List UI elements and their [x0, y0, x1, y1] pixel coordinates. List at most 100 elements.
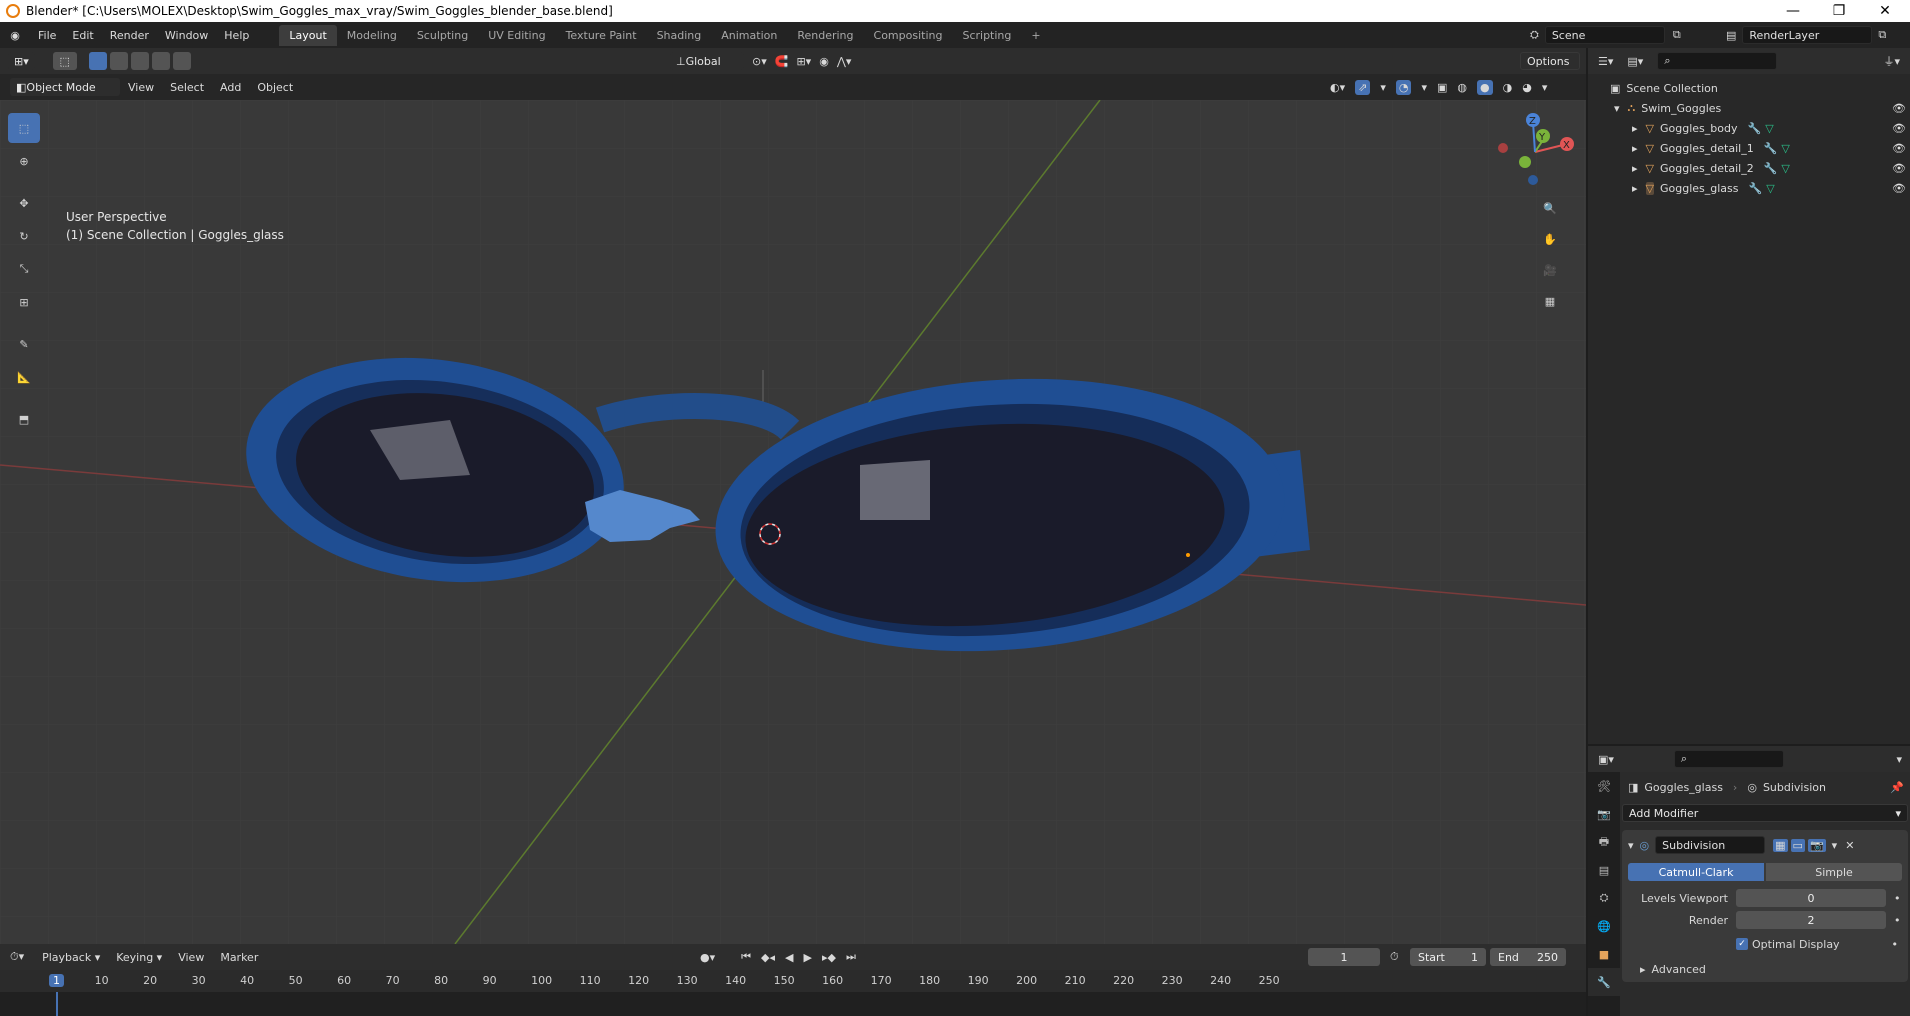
close-window-button[interactable]: ✕: [1862, 0, 1908, 22]
tab-texture-paint[interactable]: Texture Paint: [556, 25, 647, 46]
menu-view-timeline[interactable]: View: [170, 951, 212, 964]
filter-icon[interactable]: ⏚▾: [1883, 53, 1900, 69]
tab-layout[interactable]: Layout: [279, 24, 337, 46]
select-box-icon[interactable]: ⬚: [52, 52, 77, 70]
zoom-icon[interactable]: 🔍: [1536, 194, 1564, 222]
visibility-eye-icon[interactable]: 👁: [1892, 102, 1906, 115]
next-keyframe-icon[interactable]: ▸◆: [822, 951, 836, 964]
tab-shading[interactable]: Shading: [647, 25, 712, 46]
annotate-tool-icon[interactable]: ✎: [8, 329, 40, 359]
modifier-name-input[interactable]: Subdivision: [1655, 836, 1766, 854]
menu-window[interactable]: Window: [157, 29, 216, 42]
mesh-data-icon[interactable]: ▽: [1781, 162, 1789, 175]
modifier-wrench-icon[interactable]: 🔧: [1764, 162, 1778, 175]
jump-end-icon[interactable]: ⏭: [846, 950, 856, 964]
ortho-grid-icon[interactable]: ▦: [1536, 287, 1564, 315]
outliner-search-input[interactable]: ⌕: [1657, 52, 1778, 70]
editmode-toggle-icon[interactable]: ▦: [1773, 838, 1788, 852]
start-frame-field[interactable]: Start 1: [1410, 948, 1486, 966]
tab-animation[interactable]: Animation: [711, 25, 787, 46]
mesh-data-icon[interactable]: ▽: [1781, 142, 1789, 155]
menu-render[interactable]: Render: [102, 29, 157, 42]
levels-viewport-field[interactable]: 0: [1736, 889, 1886, 907]
menu-playback[interactable]: Playback ▾: [34, 951, 108, 964]
play-icon[interactable]: ▶: [803, 951, 811, 964]
renderlayer-selector[interactable]: RenderLayer: [1742, 26, 1873, 44]
mesh-data-icon[interactable]: ▽: [1765, 122, 1773, 135]
outliner-row-goggles-detail-2[interactable]: ▸ ▽ Goggles_detail_2 🔧 ▽ 👁: [1588, 158, 1910, 178]
outliner-row-goggles-detail-1[interactable]: ▸ ▽ Goggles_detail_1 🔧 ▽ 👁: [1588, 138, 1910, 158]
material-shading-icon[interactable]: ◑: [1503, 81, 1513, 94]
render-tab-icon[interactable]: 📷: [1588, 800, 1620, 828]
falloff-icon[interactable]: ⋀▾: [837, 55, 852, 68]
menu-view[interactable]: View: [120, 81, 162, 94]
select-tool-icon[interactable]: ⬚: [8, 113, 40, 143]
maximize-button[interactable]: ❐: [1816, 0, 1862, 22]
panel-dropdown-icon[interactable]: ▾: [1896, 753, 1902, 766]
overlay-toggle-icon[interactable]: ◔: [1395, 79, 1412, 95]
rendered-shading-icon[interactable]: ◕: [1522, 81, 1532, 94]
remove-modifier-icon[interactable]: ✕: [1845, 839, 1854, 852]
keyframe-dot-icon[interactable]: •: [1892, 938, 1899, 951]
modifier-wrench-icon[interactable]: 🔧: [1749, 182, 1763, 195]
outliner-row-goggles-glass[interactable]: ▸ ▽ Goggles_glass 🔧 ▽ 👁: [1588, 178, 1910, 198]
menu-file[interactable]: File: [30, 29, 64, 42]
jump-start-icon[interactable]: ⏮: [741, 950, 751, 964]
outliner-row-swim-goggles[interactable]: ▾ ⛬ Swim_Goggles 👁: [1588, 98, 1910, 118]
move-tool-icon[interactable]: ✥: [8, 188, 40, 218]
prev-keyframe-icon[interactable]: ◆◂: [761, 951, 775, 964]
modifier-menu-icon[interactable]: ▾: [1832, 839, 1838, 852]
xray-icon[interactable]: ▣: [1437, 81, 1447, 94]
visibility-eye-icon[interactable]: 👁: [1892, 182, 1906, 195]
select-invert-icon[interactable]: [151, 52, 170, 70]
menu-object[interactable]: Object: [249, 81, 301, 94]
collapse-chevron-icon[interactable]: ▾: [1628, 839, 1634, 852]
record-icon[interactable]: ●▾: [700, 951, 715, 964]
advanced-subpanel[interactable]: ▸ Advanced: [1628, 960, 1902, 978]
visibility-eye-icon[interactable]: 👁: [1892, 162, 1906, 175]
menu-help[interactable]: Help: [216, 29, 257, 42]
snap-icon[interactable]: 🧲: [775, 55, 789, 68]
modifier-wrench-icon[interactable]: 🔧: [1764, 142, 1778, 155]
menu-select[interactable]: Select: [162, 81, 212, 94]
3d-viewport[interactable]: User Perspective (1) Scene Collection | …: [0, 100, 1586, 944]
play-reverse-icon[interactable]: ◀: [785, 951, 793, 964]
visibility-eye-icon[interactable]: 👁: [1892, 142, 1906, 155]
tab-uv-editing[interactable]: UV Editing: [478, 25, 555, 46]
clock-icon[interactable]: ⏱: [1390, 950, 1399, 964]
tab-compositing[interactable]: Compositing: [864, 25, 953, 46]
tab-scripting[interactable]: Scripting: [952, 25, 1021, 46]
pivot-point-icon[interactable]: ⊙▾: [752, 55, 767, 68]
menu-add[interactable]: Add: [212, 81, 249, 94]
solid-shading-icon[interactable]: ●: [1477, 79, 1493, 95]
rotate-tool-icon[interactable]: ↻: [8, 221, 40, 251]
add-modifier-dropdown[interactable]: Add Modifier ▾: [1622, 804, 1908, 822]
visibility-icon[interactable]: ◐▾: [1330, 81, 1345, 94]
navigation-gizmo[interactable]: X Y Z: [1495, 112, 1575, 192]
scene-icon[interactable]: ⛭: [1530, 28, 1539, 42]
current-frame-field[interactable]: 1: [1308, 948, 1380, 966]
renderlayer-icon[interactable]: ▤: [1726, 29, 1736, 42]
viewport-toggle-icon[interactable]: ▭: [1790, 838, 1805, 852]
object-tab-icon[interactable]: ■: [1588, 940, 1620, 968]
expand-arrow-icon[interactable]: ▸: [1632, 182, 1638, 195]
transform-tool-icon[interactable]: ⊞: [8, 287, 40, 317]
scene-selector[interactable]: Scene: [1544, 26, 1665, 44]
gizmo-dropdown-icon[interactable]: ▾: [1380, 81, 1386, 94]
properties-search-input[interactable]: ⌕: [1673, 750, 1784, 768]
mesh-data-icon[interactable]: ▽: [1766, 182, 1774, 195]
output-tab-icon[interactable]: 🖶: [1588, 828, 1620, 856]
expand-arrow-icon[interactable]: ▸: [1632, 142, 1638, 155]
menu-keying[interactable]: Keying ▾: [108, 951, 170, 964]
render-levels-field[interactable]: 2: [1736, 911, 1886, 929]
select-new-icon[interactable]: [88, 52, 107, 70]
scene-tab-icon[interactable]: ⛭: [1588, 884, 1620, 912]
cursor-tool-icon[interactable]: ⊕: [8, 146, 40, 176]
visibility-eye-icon[interactable]: 👁: [1892, 122, 1906, 135]
pan-hand-icon[interactable]: ✋: [1536, 225, 1564, 253]
outliner-row-goggles-body[interactable]: ▸ ▽ Goggles_body 🔧 ▽ 👁: [1588, 118, 1910, 138]
view-layer-tab-icon[interactable]: ▤: [1588, 856, 1620, 884]
expand-chevron-icon[interactable]: ▾: [1614, 102, 1620, 115]
gizmo-toggle-icon[interactable]: ⇗: [1355, 79, 1371, 95]
end-frame-field[interactable]: End 250: [1490, 948, 1566, 966]
